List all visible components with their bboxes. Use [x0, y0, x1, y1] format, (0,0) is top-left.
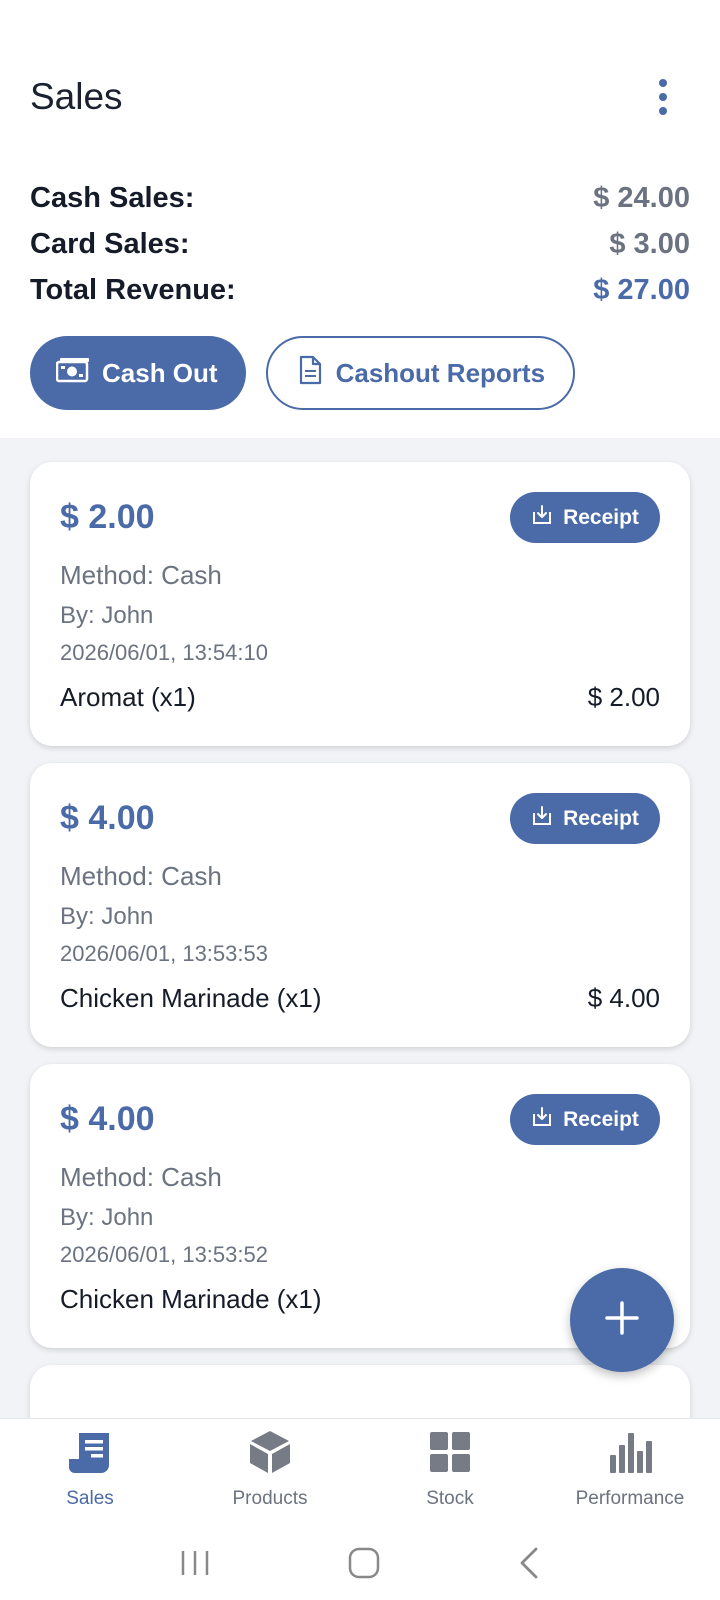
sale-timestamp: 2026/06/01, 13:53:52 — [60, 1242, 268, 1267]
sale-item-price: $ 2.00 — [587, 682, 660, 712]
card-sales-value: $ 3.00 — [609, 227, 690, 260]
summary-actions: Cash Out Cashout Reports — [30, 336, 576, 410]
sale-item-price: $ 4.00 — [587, 983, 660, 1013]
sale-amount: $ 4.00 — [60, 1100, 155, 1138]
cash-sales-value: $ 24.00 — [593, 181, 690, 214]
bottom-nav: Sales Products Stock Performance — [0, 1418, 720, 1530]
total-revenue-value: $ 27.00 — [593, 273, 690, 306]
sale-card[interactable]: $ 4.00 Receipt Method: Cash By: John 202… — [30, 763, 690, 1047]
cash-sales-row: Cash Sales: $ 24.00 — [30, 175, 690, 221]
cash-out-label: Cash Out — [102, 357, 218, 388]
sold-by: By: John — [60, 903, 154, 930]
sale-card[interactable] — [30, 1365, 690, 1418]
sale-timestamp: 2026/06/01, 13:53:53 — [60, 941, 268, 966]
grid-icon — [428, 1429, 472, 1480]
sales-summary: Cash Sales: $ 24.00 Card Sales: $ 3.00 T… — [30, 175, 690, 313]
system-nav-bar — [0, 1530, 720, 1600]
cashout-reports-button[interactable]: Cashout Reports — [265, 336, 576, 410]
page-title: Sales — [30, 76, 123, 117]
cash-icon — [55, 357, 90, 390]
payment-method: Method: Cash — [60, 560, 222, 590]
receipt-label: Receipt — [563, 505, 639, 529]
receipt-button[interactable]: Receipt — [510, 793, 660, 844]
cash-sales-label: Cash Sales: — [30, 181, 195, 214]
status-bar — [0, 0, 720, 44]
app-header: Sales — [0, 60, 720, 134]
home-icon[interactable] — [347, 1546, 381, 1585]
payment-method: Method: Cash — [60, 861, 222, 891]
sale-amount: $ 2.00 — [60, 498, 155, 536]
sold-by: By: John — [60, 1204, 154, 1231]
total-revenue-row: Total Revenue: $ 27.00 — [30, 267, 690, 313]
add-sale-button[interactable] — [570, 1268, 674, 1372]
receipt-button[interactable]: Receipt — [510, 1094, 660, 1145]
nav-item-stock[interactable]: Stock — [360, 1419, 540, 1530]
recent-apps-icon[interactable] — [178, 1548, 212, 1583]
card-sales-label: Card Sales: — [30, 227, 190, 260]
payment-method: Method: Cash — [60, 1162, 222, 1192]
nav-item-sales[interactable]: Sales — [0, 1419, 180, 1530]
nav-label-performance: Performance — [575, 1488, 685, 1509]
cash-out-button[interactable]: Cash Out — [30, 336, 246, 410]
nav-label-sales: Sales — [66, 1488, 114, 1509]
receipt-icon — [67, 1429, 113, 1480]
more-options-icon[interactable] — [648, 75, 678, 119]
sale-item: Aromat (x1) — [60, 682, 196, 712]
sale-amount: $ 4.00 — [60, 799, 155, 837]
document-icon — [298, 355, 322, 392]
receipt-label: Receipt — [563, 1107, 639, 1131]
download-icon — [531, 805, 553, 833]
box-icon — [248, 1429, 292, 1480]
nav-item-products[interactable]: Products — [180, 1419, 360, 1530]
sale-timestamp: 2026/06/01, 13:54:10 — [60, 640, 268, 665]
sale-card[interactable]: $ 2.00 Receipt Method: Cash By: John 202… — [30, 462, 690, 746]
sold-by: By: John — [60, 602, 154, 629]
bar-chart-icon — [608, 1429, 652, 1480]
nav-label-products: Products — [232, 1488, 308, 1509]
download-icon — [531, 1106, 553, 1134]
back-icon[interactable] — [516, 1546, 542, 1585]
receipt-label: Receipt — [563, 806, 639, 830]
sale-item: Chicken Marinade (x1) — [60, 983, 322, 1013]
download-icon — [531, 504, 553, 532]
nav-item-performance[interactable]: Performance — [540, 1419, 720, 1530]
cashout-reports-label: Cashout Reports — [335, 357, 546, 388]
sale-item: Chicken Marinade (x1) — [60, 1284, 322, 1314]
nav-label-stock: Stock — [426, 1488, 474, 1509]
receipt-button[interactable]: Receipt — [510, 492, 660, 543]
total-revenue-label: Total Revenue: — [30, 273, 236, 306]
card-sales-row: Card Sales: $ 3.00 — [30, 221, 690, 267]
plus-icon — [604, 1300, 640, 1341]
